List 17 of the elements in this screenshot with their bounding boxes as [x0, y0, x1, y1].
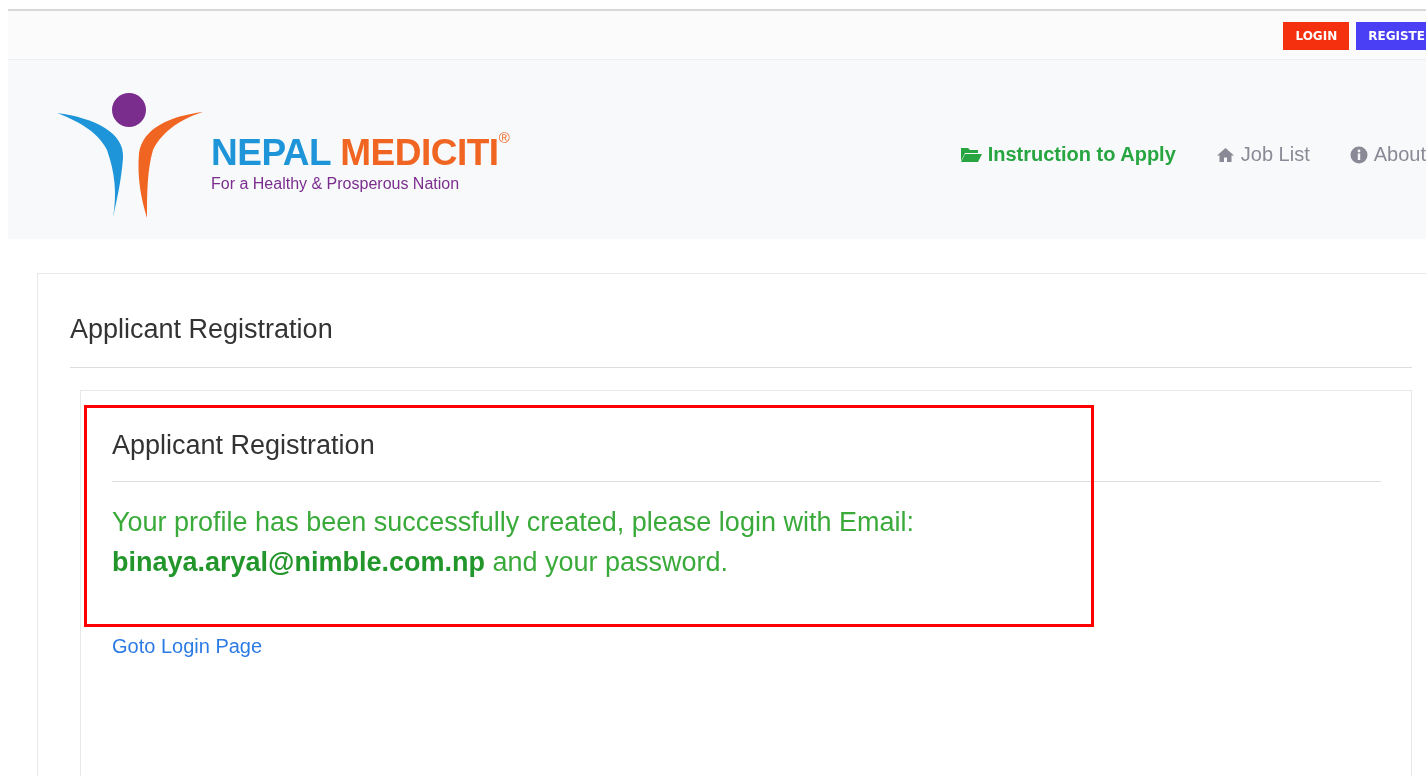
- registered-mark: ®: [498, 129, 510, 146]
- nav-link[interactable]: Job List: [1215, 143, 1310, 166]
- login-button[interactable]: LOGIN: [1283, 22, 1350, 50]
- logo-word: MEDICITI: [340, 132, 499, 173]
- logo-tagline: For a Healthy & Prosperous Nation: [211, 175, 461, 193]
- register-button[interactable]: REGISTE: [1356, 22, 1426, 50]
- logo-word: NEPAL: [211, 132, 331, 173]
- nav-link[interactable]: Instruction to Apply: [959, 143, 1176, 166]
- home-icon: [1215, 146, 1235, 163]
- success-message: Your profile has been successfully created, please login with Email: binaya.aryal@nimble.com.np and your password.: [112, 506, 915, 579]
- panel-heading: Applicant Registration: [112, 430, 376, 461]
- logo[interactable]: NEPAL MEDICITI$^{®}$ For a Healthy & Prosperous Nation: [55, 79, 510, 220]
- info-icon: [1349, 145, 1368, 164]
- page-heading: Applicant Registration: [70, 314, 334, 345]
- login-link[interactable]: Goto Login Page: [112, 635, 263, 658]
- nav-link[interactable]: About: [1349, 143, 1426, 166]
- folder-icon: [959, 146, 982, 163]
